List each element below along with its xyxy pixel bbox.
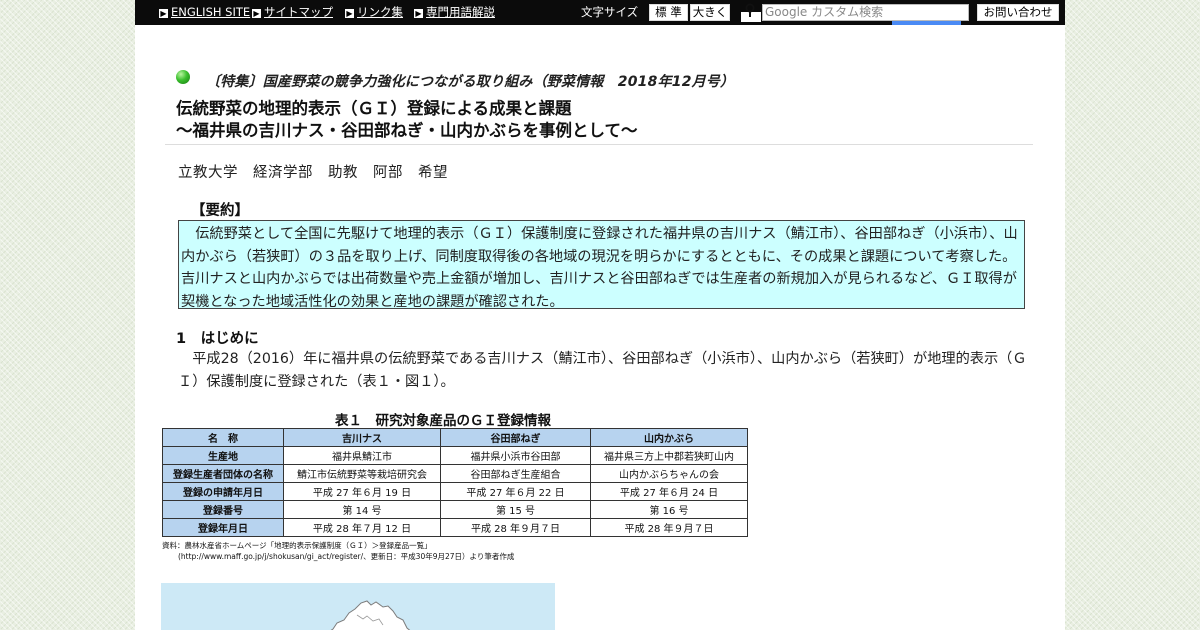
table-cell: 山内かぶらちゃんの会: [590, 464, 748, 483]
green-dot-icon: [176, 70, 190, 84]
arrow-right-icon: ▶: [414, 9, 423, 18]
summary-box: 伝統野菜として全国に先駆けて地理的表示（ＧＩ）保護制度に登録された福井県の吉川ナ…: [178, 220, 1025, 309]
row-header-cell: 生産地: [162, 446, 284, 465]
search-input[interactable]: Google カスタム検索: [762, 4, 969, 21]
table-row: 生産地 福井県鯖江市 福井県小浜市谷田部 福井県三方上中郡若狭町山内: [162, 446, 748, 465]
font-size-label: 文字サイズ: [581, 5, 639, 19]
table-cell: 平成 28 年９月７日: [590, 518, 748, 537]
source-line: 資料：農林水産省ホームページ「地理的表示保護制度（ＧＩ）＞登録産品一覧」: [162, 541, 432, 550]
feature-label: 〔特集〕国産野菜の競争力強化につながる取り組み（野菜情報 2018年12月号）: [206, 74, 735, 90]
table-row: 登録生産者団体の名称 鯖江市伝統野菜等栽培研究会 谷田部ねぎ生産組合 山内かぶら…: [162, 464, 748, 483]
link-label: サイトマップ: [264, 5, 333, 19]
arrow-right-icon: ▶: [345, 9, 354, 18]
table-row: 登録年月日 平成 28 年７月 12 日 平成 28 年９月７日 平成 28 年…: [162, 518, 748, 537]
table-cell: 平成 28 年７月 12 日: [283, 518, 441, 537]
link-glossary[interactable]: ▶ 専門用語解説: [414, 5, 495, 20]
top-bar: ▶ ENGLISH SITE ▶ サイトマップ ▶ リンク集 ▶ 専門用語解説 文字サイ…: [135, 0, 1065, 31]
section-heading: 1 はじめに: [176, 331, 259, 347]
article-page: 〔特集〕国産野菜の競争力強化につながる取り組み（野菜情報 2018年12月号） …: [135, 25, 1065, 630]
table-cell: 福井県小浜市谷田部: [440, 446, 591, 465]
arrow-right-icon: ▶: [159, 9, 168, 18]
search-icon: [741, 3, 761, 22]
table-source-note: 資料：農林水産省ホームページ「地理的表示保護制度（ＧＩ）＞登録産品一覧」 (ht…: [162, 540, 514, 562]
table-header-cell: 谷田部ねぎ: [440, 428, 591, 447]
row-header-cell: 登録年月日: [162, 518, 284, 537]
source-url-line: (http://www.maff.go.jp/j/shokusan/gi_act…: [178, 552, 515, 561]
font-size-standard-button[interactable]: 標 準: [649, 4, 688, 21]
table-cell: 平成 27 年６月 19 日: [283, 482, 441, 501]
link-label: 専門用語解説: [426, 5, 495, 19]
title-line: 伝統野菜の地理的表示（ＧＩ）登録による成果と課題: [176, 99, 572, 118]
link-english-site[interactable]: ▶ ENGLISH SITE: [159, 5, 250, 20]
summary-text: 伝統野菜として全国に先駆けて地理的表示（ＧＩ）保護制度に登録された福井県の吉川ナ…: [181, 226, 1018, 309]
font-size-large-button[interactable]: 大きく: [690, 4, 730, 21]
table-cell: 平成 27 年６月 22 日: [440, 482, 591, 501]
table-cell: 福井県鯖江市: [283, 446, 441, 465]
row-header-cell: 登録番号: [162, 500, 284, 519]
table-row: 登録の申請年月日 平成 27 年６月 19 日 平成 27 年６月 22 日 平…: [162, 482, 748, 501]
map-figure: [161, 583, 555, 630]
table-cell: 第 16 号: [590, 500, 748, 519]
link-label: ENGLISH SITE: [171, 5, 251, 19]
arrow-right-icon: ▶: [252, 9, 261, 18]
table-cell: 平成 27 年６月 24 日: [590, 482, 748, 501]
table-cell: 谷田部ねぎ生産組合: [440, 464, 591, 483]
summary-heading: 【要約】: [191, 203, 249, 219]
author: 立教大学 経済学部 助教 阿部 希望: [178, 165, 448, 181]
table-title: 表１ 研究対象産品のＧＩ登録情報: [335, 413, 551, 429]
intro-paragraph: 平成28（2016）年に福井県の伝統野菜である吉川ナス（鯖江市）、谷田部ねぎ（小…: [178, 351, 1027, 390]
table-cell: 鯖江市伝統野菜等栽培研究会: [283, 464, 441, 483]
link-links[interactable]: ▶ リンク集: [345, 5, 403, 20]
table-header-row: 名 称 吉川ナス 谷田部ねぎ 山内かぶら: [162, 428, 748, 447]
gi-registration-table: 名 称 吉川ナス 谷田部ねぎ 山内かぶら 生産地 福井県鯖江市 福井県小浜市谷田…: [162, 428, 748, 537]
page-title: 伝統野菜の地理的表示（ＧＩ）登録による成果と課題 〜福井県の吉川ナス・谷田部ねぎ…: [176, 98, 638, 142]
divider: [165, 144, 1033, 145]
row-header-cell: 登録の申請年月日: [162, 482, 284, 501]
table-cell: 第 15 号: [440, 500, 591, 519]
table-header-cell: 名 称: [162, 428, 284, 447]
table-row: 登録番号 第 14 号 第 15 号 第 16 号: [162, 500, 748, 519]
contact-button[interactable]: お問い合わせ: [977, 4, 1059, 21]
link-sitemap[interactable]: ▶ サイトマップ: [252, 5, 333, 20]
coastline-outline: [330, 600, 411, 630]
table-header-cell: 吉川ナス: [283, 428, 441, 447]
table-header-cell: 山内かぶら: [590, 428, 748, 447]
table-cell: 平成 28 年９月７日: [440, 518, 591, 537]
row-header-cell: 登録生産者団体の名称: [162, 464, 284, 483]
title-subline: 〜福井県の吉川ナス・谷田部ねぎ・山内かぶらを事例として〜: [176, 121, 638, 140]
link-label: リンク集: [357, 5, 403, 19]
table-cell: 福井県三方上中郡若狭町山内: [590, 446, 748, 465]
table-cell: 第 14 号: [283, 500, 441, 519]
